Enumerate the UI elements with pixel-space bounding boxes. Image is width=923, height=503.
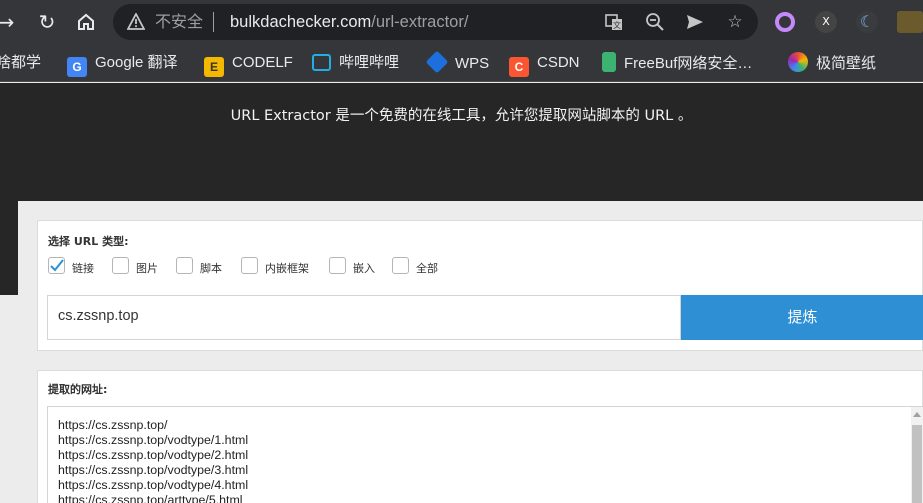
url-input[interactable]: cs.zssnp.top	[47, 295, 681, 340]
freebuf-icon	[602, 52, 616, 72]
bookmark-item[interactable]: 哔哩哔哩	[312, 52, 399, 74]
checkbox[interactable]	[241, 257, 258, 274]
bookmark-item[interactable]: 极简壁纸	[788, 52, 876, 74]
bookmark-item[interactable]: FreeBuf网络安全…	[602, 52, 752, 74]
zoom-out-icon[interactable]	[645, 12, 665, 32]
extension-moon-icon[interactable]: ☾	[856, 11, 878, 33]
extension-icon[interactable]	[775, 12, 795, 32]
results-list: https://cs.zssnp.top/ https://cs.zssnp.t…	[58, 418, 248, 503]
browser-toolbar: → ↻ 不安全 bulkdachecker.com/url-extractor/…	[0, 0, 923, 44]
result-url: https://cs.zssnp.top/	[58, 418, 168, 432]
result-url: https://cs.zssnp.top/vodtype/4.html	[58, 478, 249, 492]
google-translate-icon: G	[67, 57, 87, 77]
extension-x-icon[interactable]: X	[815, 11, 837, 33]
url-type-label: 选择 URL 类型:	[48, 235, 129, 248]
options-card: 选择 URL 类型: 链接 图片 脚本 内嵌框架 嵌入 全部 cs.zssnp.…	[37, 220, 923, 351]
codelf-icon: E	[204, 57, 224, 77]
bookmark-item[interactable]: WPS	[425, 50, 489, 74]
svg-text:文: 文	[613, 20, 621, 30]
checkbox-checked[interactable]	[48, 257, 65, 274]
address-bar[interactable]: 不安全 bulkdachecker.com/url-extractor/ 文 ☆	[113, 4, 758, 40]
translate-icon[interactable]: 文	[604, 12, 624, 32]
tool-container: 选择 URL 类型: 链接 图片 脚本 内嵌框架 嵌入 全部 cs.zssnp.…	[18, 201, 923, 503]
result-url: https://cs.zssnp.top/vodtype/3.html	[58, 463, 249, 477]
extension-puzzle-icon[interactable]	[897, 11, 923, 33]
bookmark-item[interactable]: 啥都学	[0, 52, 41, 74]
bookmarks-bar: 啥都学 G Google 翻译 E CODELF 哔哩哔哩 WPS C CSDN Fr…	[0, 44, 923, 82]
home-icon[interactable]	[74, 10, 98, 34]
checkbox[interactable]	[392, 257, 409, 274]
forward-icon[interactable]: →	[0, 10, 18, 34]
checkbox[interactable]	[176, 257, 193, 274]
scroll-up-icon[interactable]	[913, 412, 921, 417]
scrollbar-thumb[interactable]	[912, 425, 922, 503]
url-text[interactable]: bulkdachecker.com/url-extractor/	[230, 11, 468, 33]
checkbox[interactable]	[329, 257, 346, 274]
insecure-label: 不安全	[155, 12, 204, 31]
csdn-icon: C	[509, 57, 529, 77]
wallpaper-icon	[788, 52, 808, 72]
result-url: https://cs.zssnp.top/vodtype/2.html	[58, 448, 249, 462]
checkbox[interactable]	[112, 257, 129, 274]
result-url: https://cs.zssnp.top/vodtype/1.html	[58, 433, 249, 447]
wps-icon	[425, 50, 449, 74]
bookmark-item[interactable]: E CODELF	[204, 52, 293, 77]
reload-icon[interactable]: ↻	[35, 10, 59, 34]
extract-button[interactable]: 提炼	[681, 295, 923, 340]
bookmark-item[interactable]: C CSDN	[509, 52, 580, 77]
intro-text: URL Extractor 是一个免费的在线工具，允许您提取网站脚本的 URL …	[230, 108, 693, 124]
warning-icon[interactable]	[127, 13, 145, 31]
scrollbar[interactable]	[911, 407, 923, 503]
separator	[213, 12, 214, 32]
bookmark-item[interactable]: G Google 翻译	[67, 52, 178, 77]
send-icon[interactable]	[685, 12, 705, 32]
result-url: https://cs.zssnp.top/arttype/5.html	[58, 493, 243, 503]
bilibili-icon	[312, 54, 331, 71]
results-card: 提取的网址: https://cs.zssnp.top/ https://cs.…	[37, 370, 923, 503]
results-label: 提取的网址:	[48, 383, 108, 396]
bookmark-star-icon[interactable]: ☆	[725, 12, 745, 32]
results-textarea[interactable]: https://cs.zssnp.top/ https://cs.zssnp.t…	[47, 406, 923, 503]
